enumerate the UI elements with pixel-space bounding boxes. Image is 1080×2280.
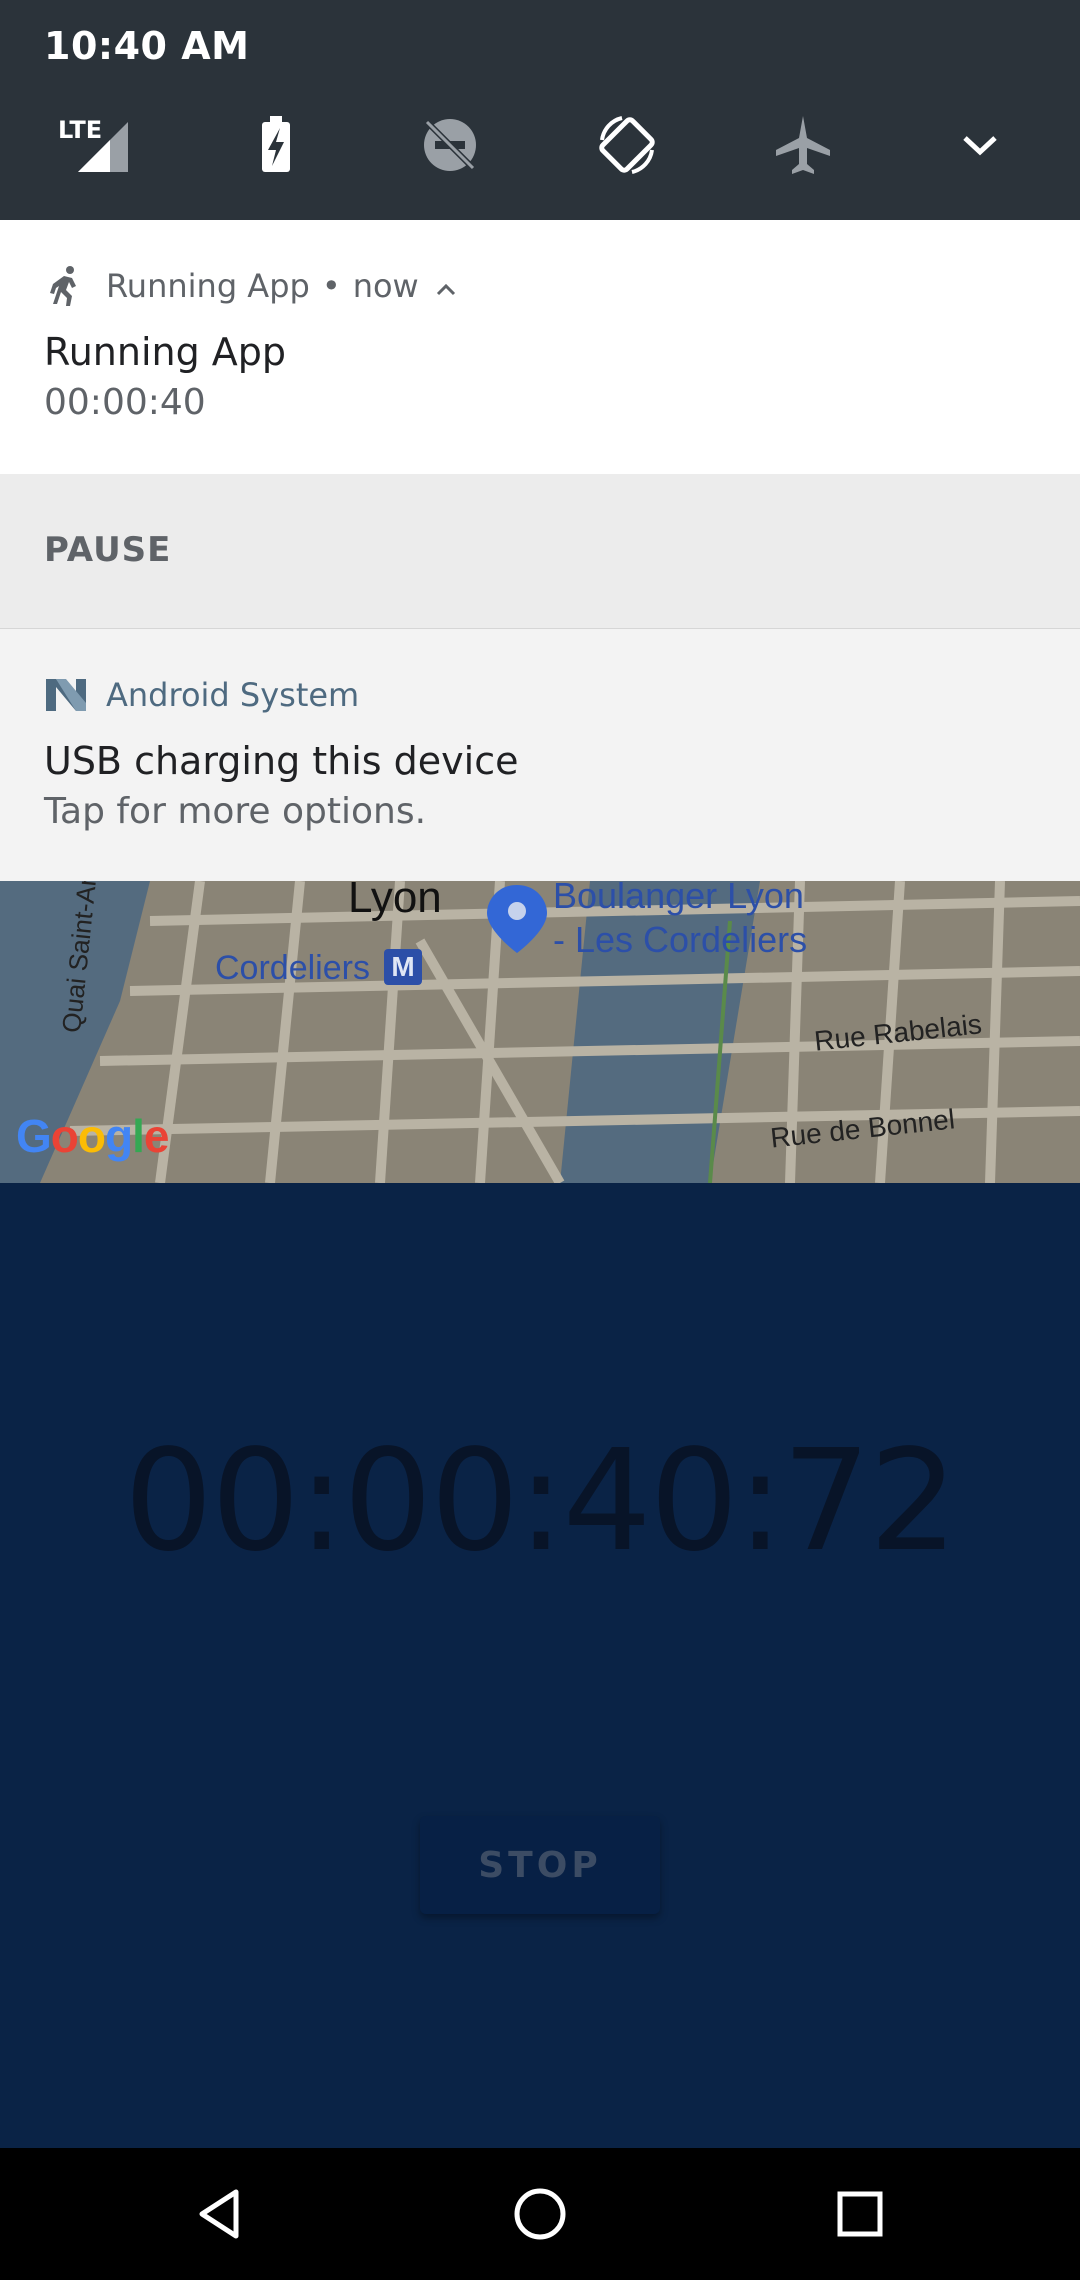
recents-icon[interactable] <box>830 2184 890 2244</box>
map-label-metro: Cordeliers <box>215 949 370 987</box>
quick-settings-panel: 10:40 AM LTE <box>0 0 1080 220</box>
notification-android-system[interactable]: Android System USB charging this device … <box>0 629 1080 881</box>
collapse-chevron-icon[interactable] <box>433 273 459 299</box>
stop-button[interactable]: STOP <box>420 1816 660 1914</box>
map-label-poi: Boulanger Lyon <box>553 881 804 916</box>
notification-app-name: Running App <box>106 267 310 305</box>
notification-header: Running App • now <box>44 264 459 308</box>
metro-badge: M <box>384 949 422 985</box>
running-person-icon <box>44 264 88 308</box>
do-not-disturb-off-icon[interactable] <box>415 110 485 180</box>
back-icon[interactable] <box>190 2184 250 2244</box>
notification-actions: PAUSE <box>0 474 1080 629</box>
auto-rotate-icon[interactable] <box>592 110 662 180</box>
status-time: 10:40 AM <box>44 24 250 68</box>
notification-text: 00:00:40 <box>44 382 206 423</box>
network-type: LTE <box>58 116 102 144</box>
notification-running-app[interactable]: Running App • now Running App 00:00:40 <box>0 220 1080 474</box>
notification-app-name: Android System <box>106 676 360 714</box>
notification-time: now <box>352 267 419 305</box>
pause-button[interactable]: PAUSE <box>44 530 171 570</box>
airplane-mode-icon[interactable] <box>768 110 838 180</box>
google-logo: Google <box>16 1110 169 1162</box>
navigation-bar <box>0 2148 1080 2280</box>
home-icon[interactable] <box>510 2184 570 2244</box>
stopwatch-timer: 00:00:40:72 <box>123 1420 958 1583</box>
notification-text: Tap for more options. <box>44 791 427 832</box>
notification-header: Android System <box>44 673 359 717</box>
android-n-icon <box>44 673 88 717</box>
signal-icon[interactable]: LTE <box>58 110 128 180</box>
map-label-city: Lyon <box>348 881 442 922</box>
map-label-poi-line2: - Les Cordeliers <box>553 919 808 960</box>
battery-charging-icon[interactable] <box>240 110 310 180</box>
map-view[interactable]: Lyon Boulanger Lyon - Les Cordeliers Cor… <box>0 881 1080 1183</box>
expand-chevron-icon[interactable] <box>945 110 1015 180</box>
separator-dot: • <box>321 267 341 305</box>
notification-title: Running App <box>44 330 287 374</box>
notification-title: USB charging this device <box>44 739 519 783</box>
